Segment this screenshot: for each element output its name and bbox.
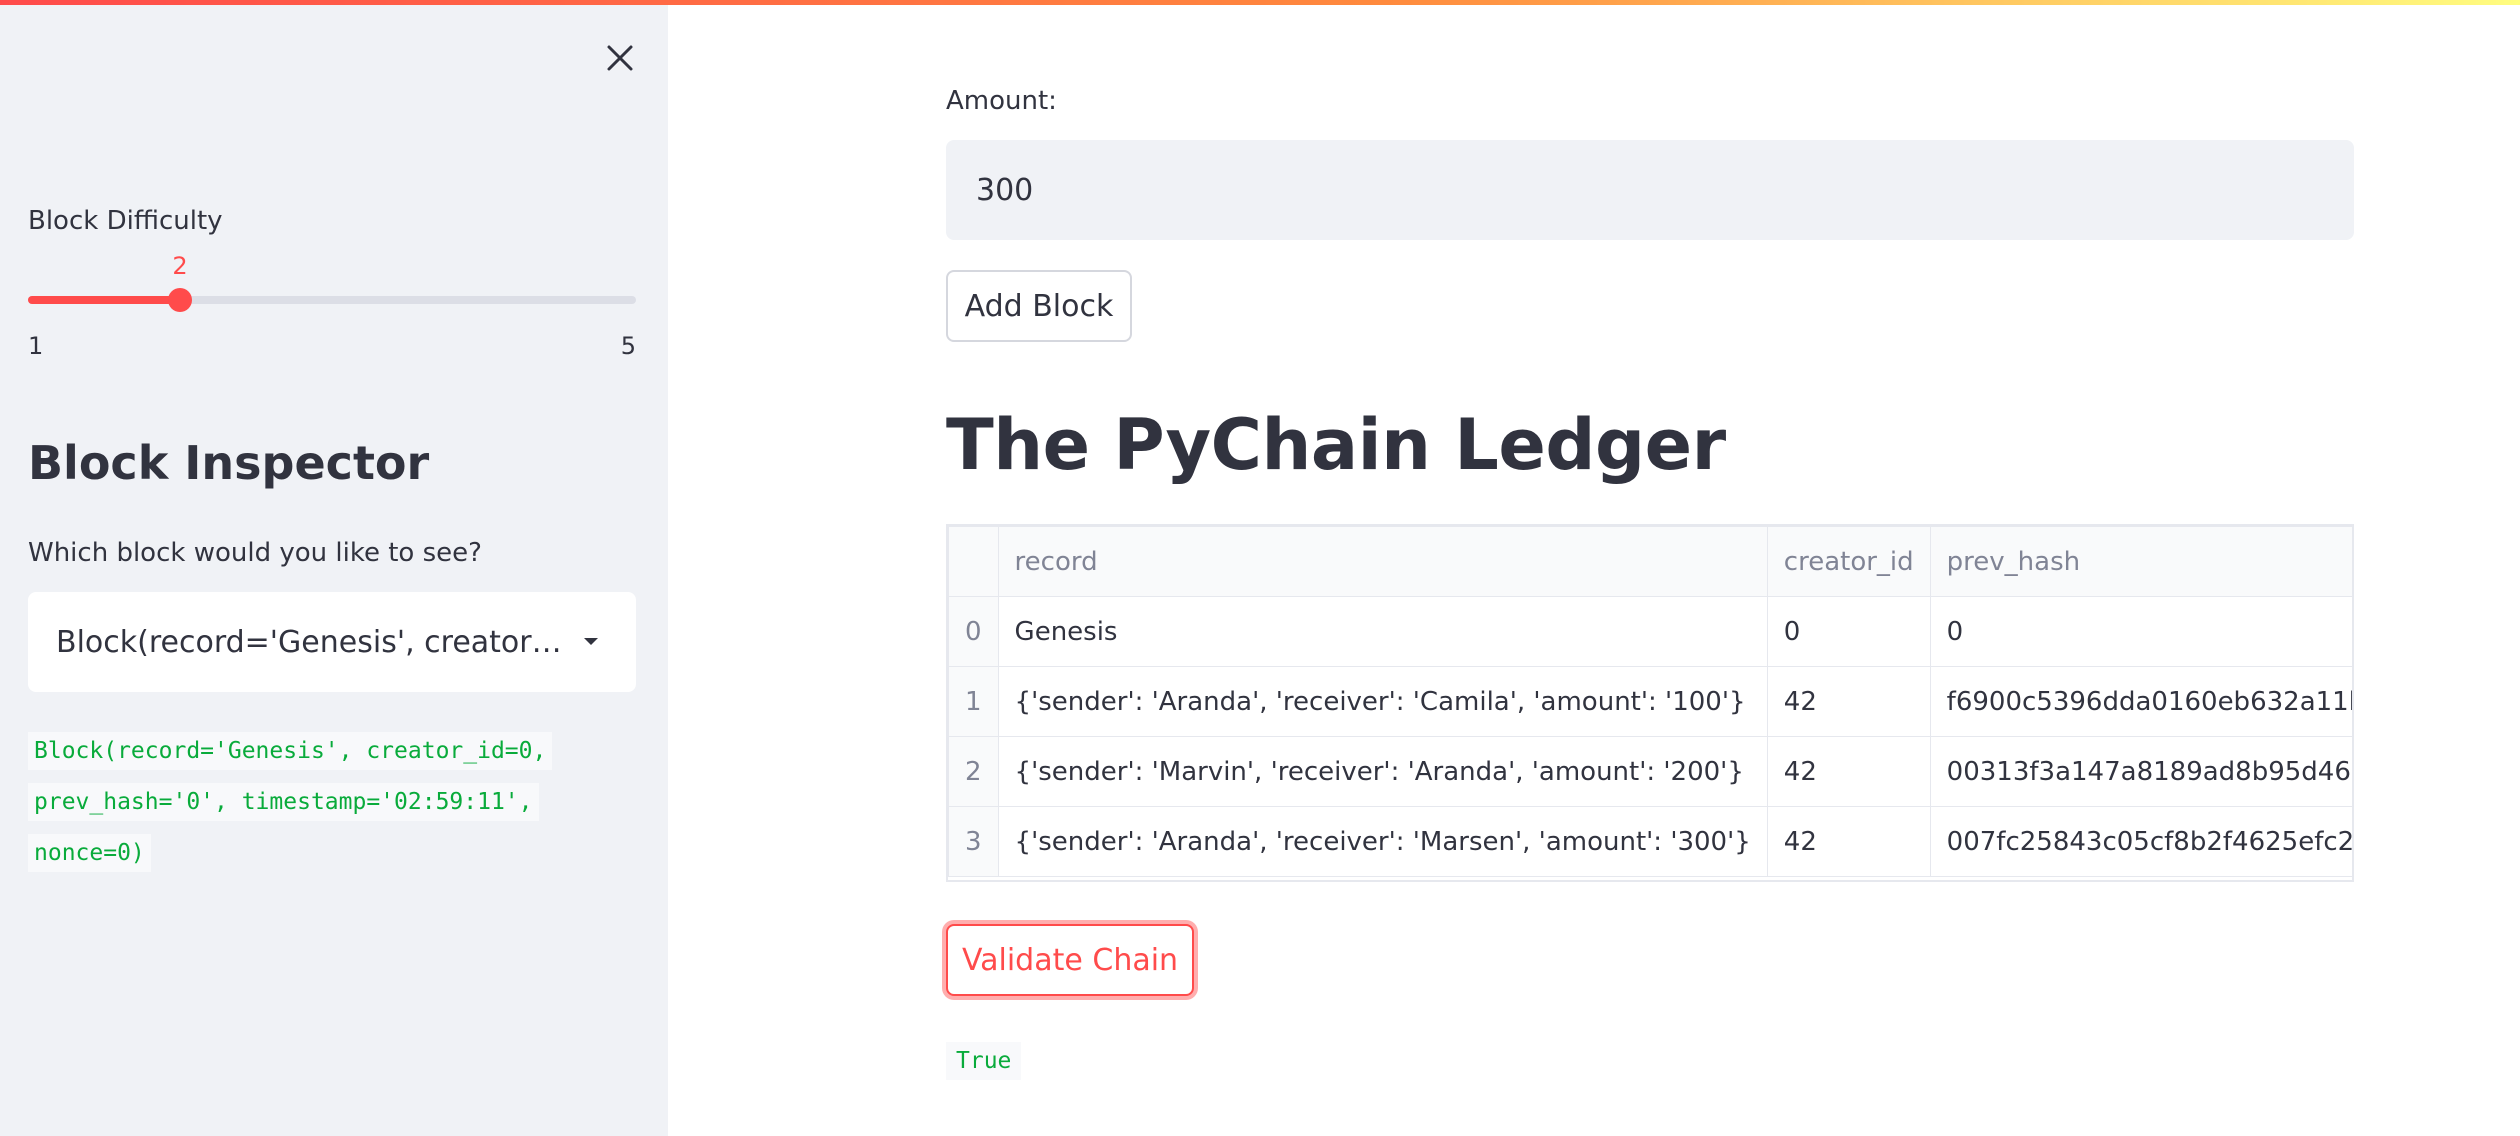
block-select-label: Which block would you like to see? xyxy=(28,538,482,568)
record-cell: {'sender': 'Aranda', 'receiver': 'Camila… xyxy=(997,666,1768,737)
record-cell: {'sender': 'Marvin', 'receiver': 'Aranda… xyxy=(997,736,1768,807)
row-index: 2 xyxy=(948,736,999,807)
table-row: 3 {'sender': 'Aranda', 'receiver': 'Mars… xyxy=(948,806,2352,877)
prev-hash-cell: 00313f3a147a8189ad8b95d464d0069887e1 xyxy=(1929,736,2352,807)
prev-hash-cell: 0 xyxy=(1929,596,2352,667)
code-line: Block(record='Genesis', creator_id=0, xyxy=(28,732,553,770)
slider-fill xyxy=(28,296,180,304)
ledger-table[interactable]: record creator_id prev_hash 0 Genesis 0 … xyxy=(946,524,2354,882)
validation-result: True xyxy=(946,1042,1022,1080)
record-cell: {'sender': 'Aranda', 'receiver': 'Marsen… xyxy=(997,806,1768,877)
close-sidebar-button[interactable] xyxy=(596,34,644,82)
creator-id-cell: 42 xyxy=(1766,666,1931,737)
record-cell: Genesis xyxy=(997,596,1768,667)
slider-thumb[interactable] xyxy=(168,288,192,312)
prev-hash-cell: f6900c5396dda0160eb632a11b0d9b6695bc xyxy=(1929,666,2352,737)
amount-label: Amount: xyxy=(946,86,1057,116)
creator-id-cell: 42 xyxy=(1766,806,1931,877)
code-line: prev_hash='0', timestamp='02:59:11', xyxy=(28,783,539,821)
validate-chain-button[interactable]: Validate Chain xyxy=(946,924,1194,996)
row-index: 0 xyxy=(948,596,999,667)
main-content: Amount: 300 Add Block The PyChain Ledger… xyxy=(668,0,2520,1136)
code-line: nonce=0) xyxy=(28,834,151,872)
row-index: 1 xyxy=(948,666,999,737)
difficulty-slider[interactable]: 2 1 5 xyxy=(28,248,636,360)
creator-id-cell: 0 xyxy=(1766,596,1931,667)
slider-max-label: 5 xyxy=(620,332,636,360)
creator-id-cell: 42 xyxy=(1766,736,1931,807)
prev-hash-cell: 007fc25843c05cf8b2f4625efc2211a5009748 xyxy=(1929,806,2352,877)
block-select-value: Block(record='Genesis', creator_id=0, pr… xyxy=(56,624,566,660)
slider-current-value: 2 xyxy=(172,252,188,280)
table-row: 2 {'sender': 'Marvin', 'receiver': 'Aran… xyxy=(948,736,2352,807)
amount-input[interactable]: 300 xyxy=(946,140,2354,240)
close-icon xyxy=(607,45,633,71)
column-header-index xyxy=(948,526,999,597)
table-row: 1 {'sender': 'Aranda', 'receiver': 'Cami… xyxy=(948,666,2352,737)
block-select[interactable]: Block(record='Genesis', creator_id=0, pr… xyxy=(28,592,636,692)
difficulty-label: Block Difficulty xyxy=(28,206,223,236)
add-block-button[interactable]: Add Block xyxy=(946,270,1132,342)
column-header-record[interactable]: record xyxy=(997,526,1768,597)
column-header-prev-hash[interactable]: prev_hash xyxy=(1929,526,2352,597)
table-header-row: record creator_id prev_hash xyxy=(948,526,2352,597)
chevron-down-icon xyxy=(584,638,598,645)
page-title: The PyChain Ledger xyxy=(946,404,1726,486)
block-inspector-heading: Block Inspector xyxy=(28,436,430,490)
table-row: 0 Genesis 0 0 xyxy=(948,596,2352,667)
column-header-creator-id[interactable]: creator_id xyxy=(1766,526,1931,597)
slider-min-label: 1 xyxy=(28,332,44,360)
top-decoration-bar xyxy=(0,0,2520,5)
sidebar: Block Difficulty 2 1 5 Block Inspector W… xyxy=(0,0,668,1136)
block-details-code: Block(record='Genesis', creator_id=0, pr… xyxy=(28,726,588,879)
row-index: 3 xyxy=(948,806,999,877)
